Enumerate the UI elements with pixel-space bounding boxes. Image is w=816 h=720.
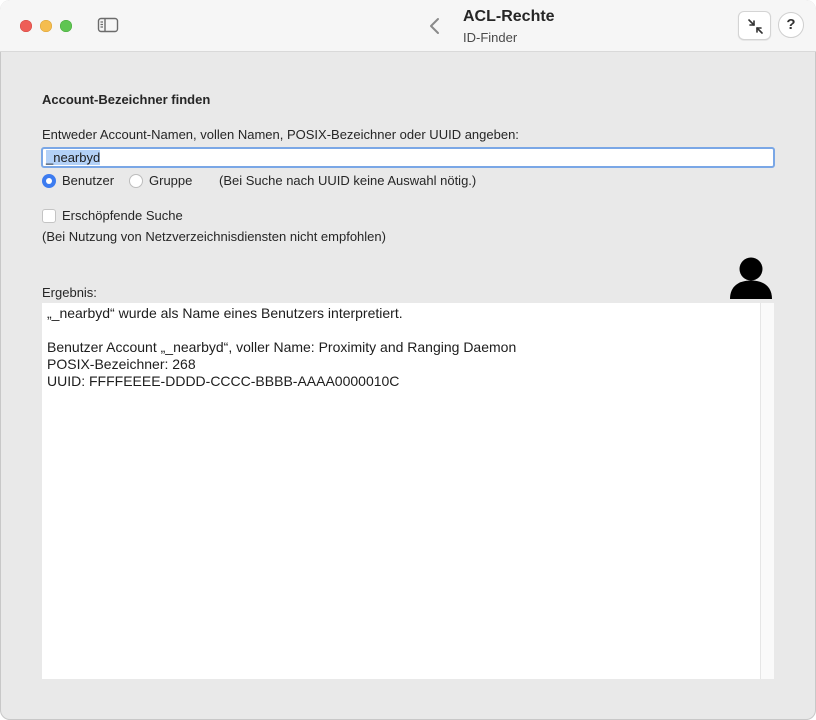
result-lines: „_nearbyd“ wurde als Name eines Benutzer…	[47, 305, 516, 390]
search-input[interactable]: _nearbyd	[41, 147, 775, 168]
arrows-collapse-icon	[748, 19, 763, 34]
radio-user-label[interactable]: Benutzer	[62, 173, 114, 188]
section-heading: Account-Bezeichner finden	[42, 92, 211, 107]
chevron-left-icon[interactable]	[424, 14, 446, 38]
search-input-value: _nearbyd	[46, 150, 101, 165]
title-bar: ACL-Rechte ID-Finder ?	[0, 0, 816, 52]
radio-hint: (Bei Suche nach UUID keine Auswahl nötig…	[219, 173, 477, 188]
result-line: UUID: FFFFEEEE-DDDD-CCCC-BBBB-AAAA000001…	[47, 373, 400, 389]
result-line: Benutzer Account „_nearbyd“, voller Name…	[47, 339, 517, 355]
result-text-area[interactable]: „_nearbyd“ wurde als Name eines Benutzer…	[42, 303, 774, 679]
app-window: ACL-Rechte ID-Finder ? Account-Bezeichne…	[0, 0, 816, 720]
exhaustive-search-checkbox[interactable]	[42, 209, 56, 223]
zoom-window-button[interactable]	[60, 20, 72, 32]
close-window-button[interactable]	[20, 20, 32, 32]
result-scrollbar[interactable]	[760, 303, 774, 679]
collapse-button[interactable]	[738, 11, 771, 40]
window-title: ACL-Rechte	[463, 8, 555, 25]
result-line	[47, 322, 516, 339]
person-icon	[728, 254, 774, 300]
window-subtitle: ID-Finder	[463, 30, 518, 45]
exhaustive-search-label[interactable]: Erschöpfende Suche	[62, 208, 183, 223]
result-line: „_nearbyd“ wurde als Name eines Benutzer…	[47, 305, 403, 321]
result-line: POSIX-Bezeichner: 268	[47, 356, 196, 372]
main-content: Account-Bezeichner finden Entweder Accou…	[0, 52, 816, 720]
exhaustive-search-hint: (Bei Nutzung von Netzverzeichnisdiensten…	[42, 229, 386, 244]
radio-group-label[interactable]: Gruppe	[149, 173, 192, 188]
help-button[interactable]: ?	[778, 12, 804, 38]
sidebar-icon[interactable]	[97, 17, 119, 33]
minimize-window-button[interactable]	[40, 20, 52, 32]
radio-user[interactable]	[42, 174, 56, 188]
result-label: Ergebnis:	[42, 285, 97, 300]
radio-group[interactable]	[129, 174, 143, 188]
search-prompt-label: Entweder Account-Namen, vollen Namen, PO…	[42, 127, 519, 142]
